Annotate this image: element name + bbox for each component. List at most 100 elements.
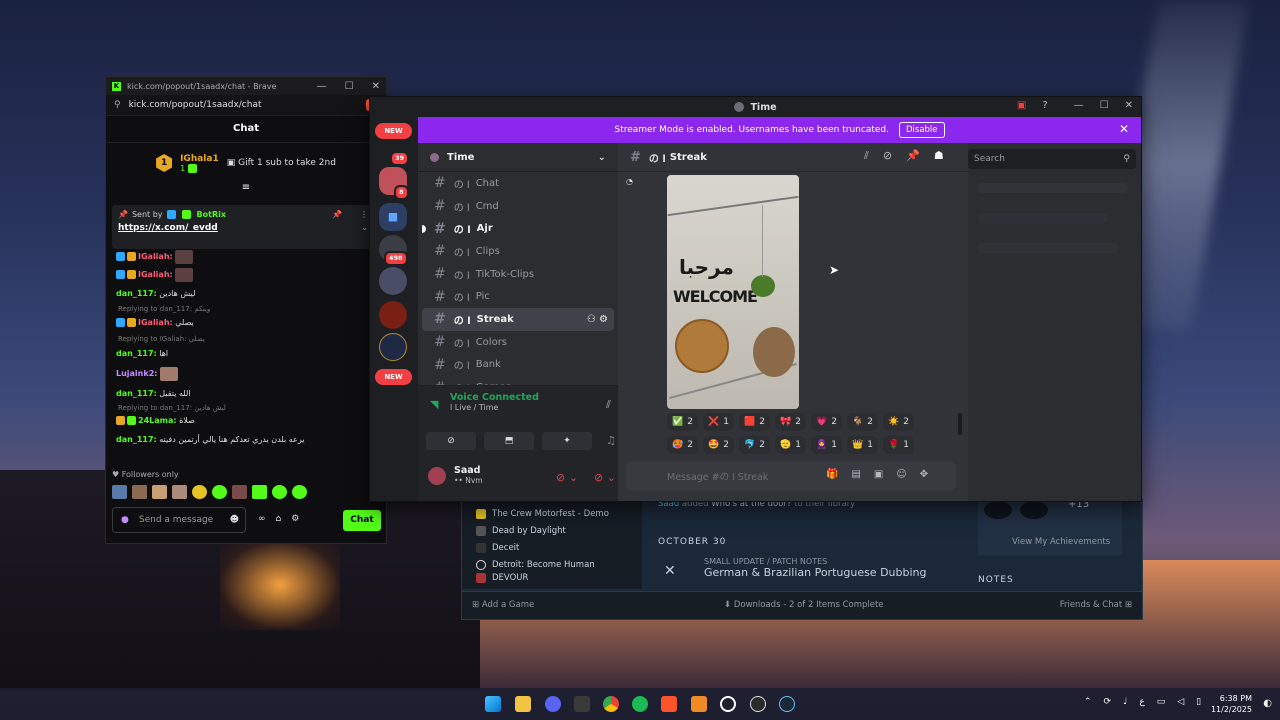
emote-icon[interactable] bbox=[152, 485, 167, 499]
image-attachment[interactable]: مرحبا WELCOME bbox=[667, 175, 799, 409]
pinned-icon[interactable]: 📌 bbox=[906, 149, 920, 163]
file-explorer-icon[interactable] bbox=[515, 696, 531, 712]
emote-icon[interactable] bbox=[132, 485, 147, 499]
voice-status[interactable]: Voice Connected bbox=[450, 392, 539, 403]
emote-icon[interactable] bbox=[232, 485, 247, 499]
settings-icon[interactable]: ⚙ bbox=[291, 514, 299, 524]
channel-item-cmd[interactable]: # の ا Cmd bbox=[422, 195, 614, 218]
voice-channel[interactable]: Live / Time bbox=[455, 403, 499, 412]
new-badge[interactable]: NEW bbox=[375, 369, 412, 385]
reaction-chip[interactable]: 👑 1 bbox=[847, 436, 878, 454]
minimize-icon[interactable]: — bbox=[1074, 100, 1084, 111]
reaction-chip[interactable]: ✅ 2 bbox=[667, 413, 698, 431]
scrollbar-thumb[interactable] bbox=[958, 413, 962, 435]
reaction-chip[interactable]: ☀️ 2 bbox=[883, 413, 914, 431]
screen-share-button[interactable]: ⬒ bbox=[484, 432, 534, 450]
reaction-chip[interactable]: 🟥 2 bbox=[739, 413, 770, 431]
new-badge[interactable]: NEW bbox=[375, 123, 412, 139]
sync-icon[interactable]: ⟳ bbox=[1104, 697, 1112, 707]
member-list-icon[interactable]: ☗ bbox=[934, 149, 944, 163]
channel-item-colors[interactable]: # の ا Colors bbox=[422, 331, 614, 354]
maximize-icon[interactable]: ☐ bbox=[1100, 100, 1109, 111]
server-icon[interactable] bbox=[379, 333, 407, 361]
mute-icon[interactable]: ⊘ ⌄ bbox=[556, 471, 578, 484]
send-chat-button[interactable]: Chat bbox=[343, 510, 381, 531]
add-game-button[interactable]: ⊞ Add a Game bbox=[472, 600, 534, 610]
reaction-chip[interactable]: 🐬 2 bbox=[739, 436, 770, 454]
user-avatar[interactable] bbox=[428, 467, 446, 485]
sticker-icon[interactable]: ▣ bbox=[874, 469, 883, 480]
steam-icon[interactable] bbox=[779, 696, 795, 712]
notification-bell-icon[interactable]: ◐ bbox=[1263, 698, 1272, 709]
gift-sub-button[interactable]: ▣ Gift 1 sub to take 2nd bbox=[227, 158, 336, 168]
folder-icon[interactable]: ■ bbox=[379, 203, 407, 231]
volume-icon[interactable]: ◁ bbox=[1177, 697, 1184, 707]
close-banner-icon[interactable]: ✕ bbox=[1119, 122, 1129, 136]
unpin-icon[interactable]: 📌 bbox=[332, 210, 342, 219]
maximize-icon[interactable]: ☐ bbox=[345, 81, 354, 92]
gif-icon[interactable]: ▤ bbox=[851, 469, 860, 480]
address-bar[interactable]: ⚲ kick.com/popout/1saadx/chat bbox=[106, 95, 386, 116]
battery-icon[interactable]: ▯ bbox=[1196, 697, 1201, 707]
app-icon[interactable] bbox=[720, 696, 736, 712]
emote-icon[interactable] bbox=[172, 485, 187, 499]
emote-icon[interactable] bbox=[112, 485, 127, 499]
reaction-chip[interactable]: 💗 2 bbox=[811, 413, 842, 431]
channel-item-streak[interactable]: # の ا Streak ⚇ ⚙ bbox=[422, 308, 614, 331]
terminal-icon[interactable] bbox=[574, 696, 590, 712]
reaction-chip[interactable]: 🌹 1 bbox=[883, 436, 914, 454]
close-icon[interactable]: ✕ bbox=[1125, 100, 1133, 111]
emote-icon[interactable] bbox=[212, 485, 227, 499]
site-info-icon[interactable]: ⚲ bbox=[114, 100, 121, 110]
emote-icon[interactable] bbox=[272, 485, 287, 499]
game-list-item[interactable]: The Crew Motorfest - Demo bbox=[462, 505, 642, 522]
notifications-icon[interactable]: ⊘ bbox=[883, 149, 892, 163]
channel-item-pic[interactable]: # の ا Pic bbox=[422, 285, 614, 308]
chrome-icon[interactable] bbox=[603, 696, 619, 712]
collapse-icon[interactable]: ≡ bbox=[106, 183, 386, 193]
channel-item-ajr[interactable]: # の ا Ajr bbox=[422, 217, 614, 240]
obs-icon[interactable] bbox=[750, 696, 766, 712]
noise-suppression-icon[interactable]: ⫽ bbox=[606, 398, 611, 412]
app-icon[interactable] bbox=[691, 696, 707, 712]
reaction-chip[interactable]: 🫡 1 bbox=[775, 436, 806, 454]
brave-taskbar-icon[interactable] bbox=[661, 696, 677, 712]
game-list-item[interactable]: Detroit: Become Human bbox=[462, 556, 642, 573]
apps-icon[interactable]: ✥ bbox=[920, 469, 928, 480]
store-icon[interactable]: ⌂ bbox=[276, 514, 282, 524]
start-icon[interactable] bbox=[485, 696, 501, 712]
emote-bar[interactable] bbox=[112, 485, 309, 499]
activities-button[interactable]: ✦ bbox=[542, 432, 592, 450]
downloads-status[interactable]: ⬇ Downloads - 2 of 2 Items Complete bbox=[724, 600, 884, 610]
chevron-down-icon[interactable]: ⌄ bbox=[598, 152, 606, 163]
channel-item-clips[interactable]: # の ا Clips bbox=[422, 240, 614, 263]
emoji-icon[interactable]: ☻ bbox=[230, 515, 239, 525]
reaction-chip[interactable]: 🤩 2 bbox=[703, 436, 734, 454]
camera-button[interactable]: ⊘ bbox=[426, 432, 476, 450]
pinned-link[interactable]: https://x.com/_evdd bbox=[118, 223, 218, 233]
gift-icon[interactable]: 🎁 bbox=[826, 469, 838, 480]
channel-item-bank[interactable]: # の ا Bank bbox=[422, 354, 614, 377]
soundboard-icon[interactable]: ♫ bbox=[606, 434, 616, 447]
emote-icon[interactable] bbox=[252, 485, 267, 499]
minimize-icon[interactable]: — bbox=[317, 81, 327, 92]
threads-icon[interactable]: ⫽ bbox=[864, 149, 869, 163]
expand-icon[interactable]: ⌄ bbox=[361, 223, 368, 233]
reaction-chip[interactable]: 🥵 2 bbox=[667, 436, 698, 454]
discord-taskbar-icon[interactable] bbox=[545, 696, 561, 712]
help-icon[interactable]: ? bbox=[1042, 100, 1047, 111]
game-list-item[interactable]: DEVOUR bbox=[462, 573, 642, 583]
friends-chat-button[interactable]: Friends & Chat ⊞ bbox=[1060, 600, 1132, 610]
deafen-icon[interactable]: ⊘ ⌄ bbox=[594, 471, 616, 484]
chat-message-input[interactable]: ● Send a message ☻ bbox=[112, 507, 246, 533]
server-icon[interactable] bbox=[379, 267, 407, 295]
channel-item-chat[interactable]: # の ا Chat bbox=[422, 172, 614, 195]
channel-settings-icon[interactable]: ⚇ ⚙ bbox=[587, 314, 608, 325]
disable-streamer-mode-button[interactable]: Disable bbox=[898, 122, 945, 138]
mic-icon[interactable]: ● bbox=[121, 515, 129, 525]
game-list-item[interactable]: Dead by Daylight bbox=[462, 522, 642, 539]
emote-icon[interactable] bbox=[192, 485, 207, 499]
reaction-chip[interactable]: 🐐 2 bbox=[847, 413, 878, 431]
message-input[interactable]: Message #の ا Streak 🎁 ▤ ▣ ☺ ✥ bbox=[626, 461, 956, 491]
inbox-icon[interactable]: ▣ bbox=[1017, 100, 1026, 111]
